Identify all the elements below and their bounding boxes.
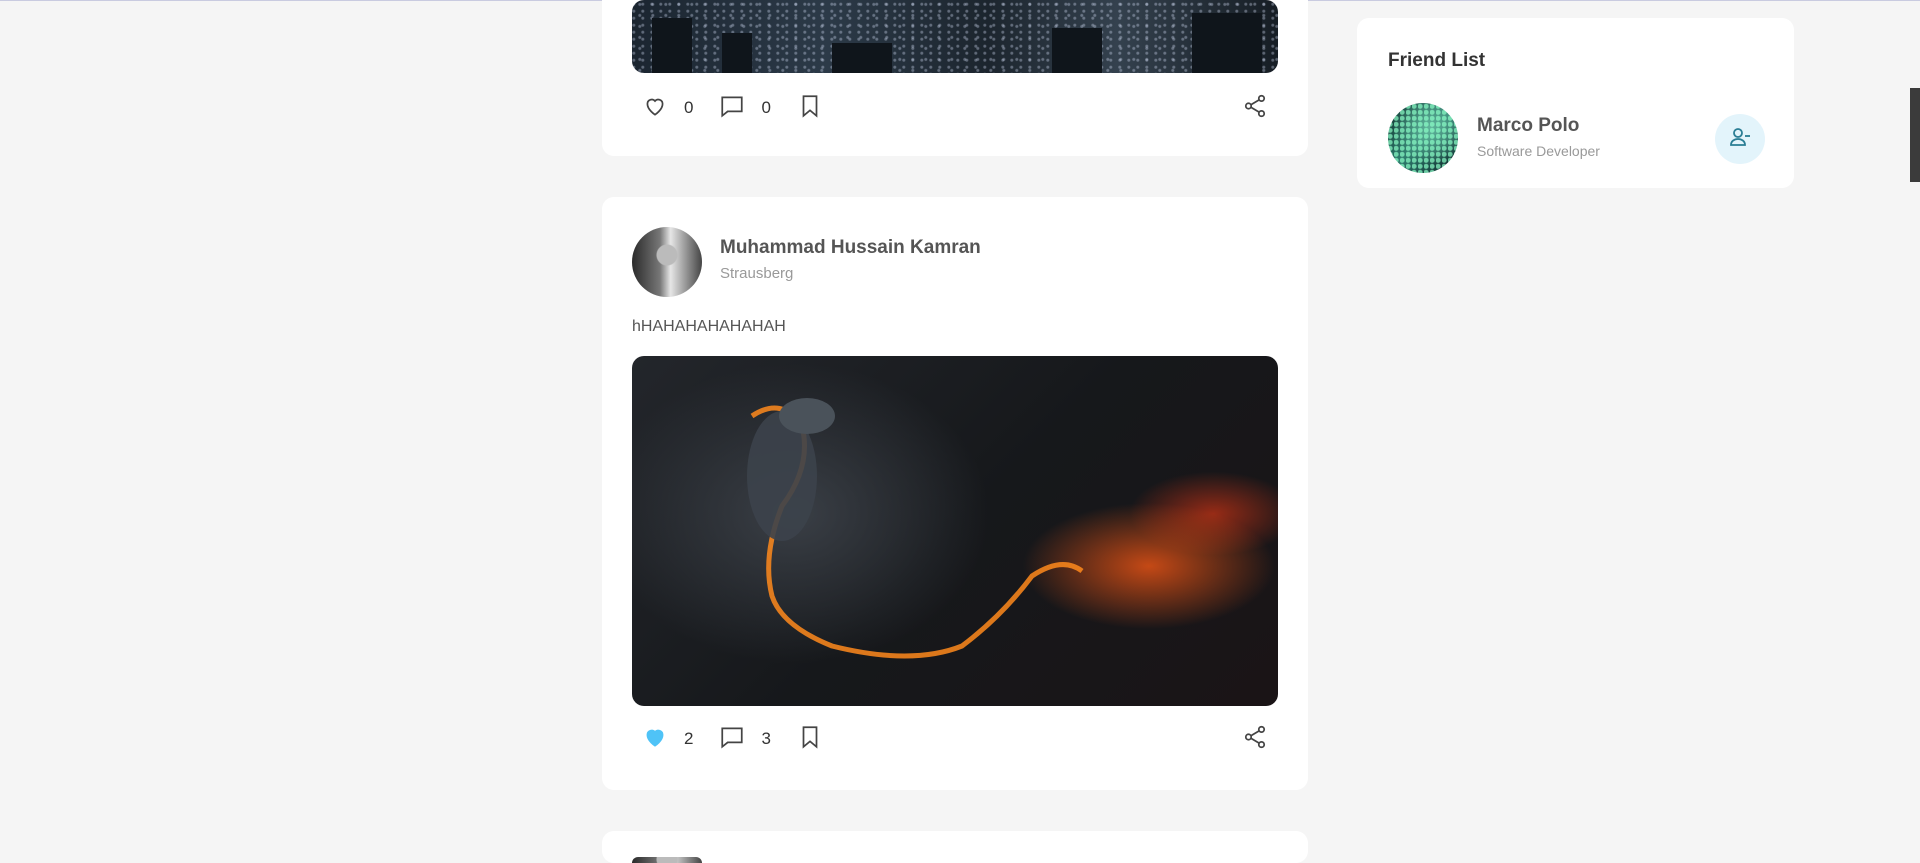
author-location: Strausberg (720, 265, 794, 282)
author-avatar[interactable] (632, 857, 702, 863)
post-actions: 0 0 (642, 92, 1268, 124)
post-image[interactable] (632, 356, 1278, 706)
share-icon (1242, 725, 1268, 754)
heart-icon (642, 724, 668, 754)
friend-avatar[interactable] (1388, 103, 1458, 173)
remove-friend-button[interactable] (1715, 114, 1765, 164)
friend-list-title: Friend List (1388, 50, 1486, 71)
comment-count: 3 (761, 729, 771, 748)
like-count: 0 (684, 98, 694, 117)
author-name[interactable]: Muhammad Hussain Kamran (720, 237, 981, 259)
comment-button[interactable]: 3 (719, 724, 771, 754)
share-icon (1242, 94, 1268, 123)
post-image[interactable] (632, 0, 1278, 73)
like-button[interactable]: 2 (642, 724, 693, 754)
comment-icon (719, 724, 745, 754)
bookmark-button[interactable] (797, 93, 823, 123)
heart-icon (642, 93, 668, 123)
bookmark-button[interactable] (797, 724, 823, 754)
post-card (602, 831, 1308, 863)
comment-count: 0 (761, 98, 771, 117)
friend-role: Software Developer (1477, 143, 1600, 159)
comment-icon (719, 93, 745, 123)
post-card: Muhammad Hussain Kamran Strausberg hHAHA… (602, 197, 1308, 790)
post-text: hHAHAHAHAHAHAH (632, 318, 786, 335)
friend-name[interactable]: Marco Polo (1477, 115, 1579, 137)
share-button[interactable] (1242, 93, 1268, 123)
bookmark-icon (797, 724, 823, 754)
share-button[interactable] (1242, 724, 1268, 754)
user-minus-icon (1728, 125, 1752, 153)
friend-list-panel: Friend List Marco Polo Software Develope… (1357, 18, 1794, 188)
scrollbar-thumb[interactable] (1910, 88, 1920, 182)
like-button[interactable]: 0 (642, 93, 693, 123)
post-actions: 2 3 (642, 723, 1268, 755)
post-card: 0 0 (602, 0, 1308, 156)
like-count: 2 (684, 729, 694, 748)
author-avatar[interactable] (632, 227, 702, 297)
comment-button[interactable]: 0 (719, 93, 771, 123)
bookmark-icon (797, 93, 823, 123)
